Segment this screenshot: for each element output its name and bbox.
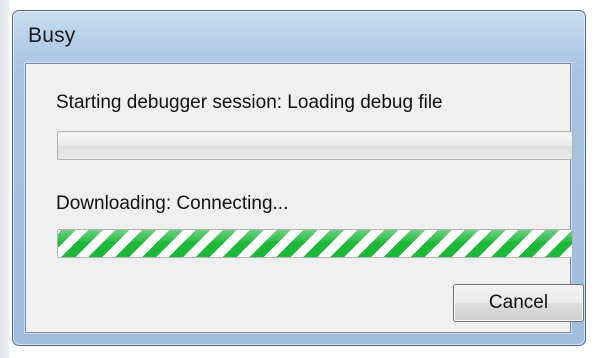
title-bar[interactable]: Busy [13,11,585,57]
window-title: Busy [28,24,76,47]
download-status-label: Downloading: Connecting... [56,193,289,214]
background-window-edge [0,0,10,358]
download-progress-bar [57,229,573,258]
session-status-label: Starting debugger session: Loading debug… [56,92,443,113]
download-progress-sheen [58,230,572,243]
busy-dialog: Busy Starting debugger session: Loading … [12,10,586,346]
cancel-button[interactable]: Cancel [453,284,584,322]
session-progress-bar [57,131,573,160]
dialog-content: Starting debugger session: Loading debug… [25,63,584,333]
